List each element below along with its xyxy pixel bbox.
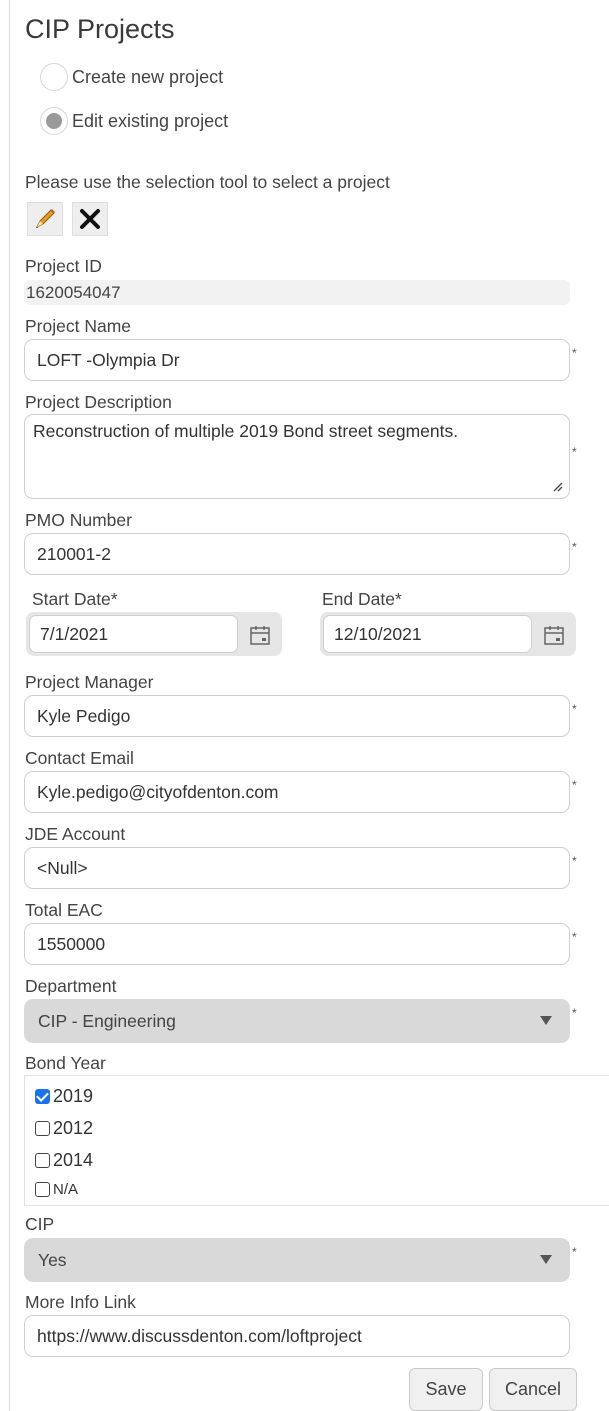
bond-year-option-2014[interactable]: 2014 bbox=[35, 1150, 93, 1171]
required-marker: * bbox=[572, 778, 577, 792]
dropdown-arrow-icon bbox=[540, 1255, 552, 1264]
contact-email-label: Contact Email bbox=[25, 748, 134, 768]
total-eac-label: Total EAC bbox=[25, 900, 103, 920]
calendar-icon[interactable] bbox=[543, 624, 565, 646]
radio-edit-existing[interactable]: Edit existing project bbox=[40, 107, 228, 135]
calendar-icon[interactable] bbox=[249, 624, 271, 646]
department-select[interactable]: CIP - Engineering bbox=[24, 999, 570, 1043]
dropdown-arrow-icon bbox=[540, 1016, 552, 1025]
bond-year-option-label: 2014 bbox=[53, 1150, 94, 1170]
more-info-label: More Info Link bbox=[25, 1292, 136, 1312]
bond-year-option-na[interactable]: N/A bbox=[35, 1181, 78, 1198]
page-title: CIP Projects bbox=[25, 14, 175, 44]
select-tool-button[interactable] bbox=[27, 202, 63, 236]
selection-hint: Please use the selection tool to select … bbox=[25, 172, 390, 192]
required-marker: * bbox=[572, 1006, 577, 1020]
bond-year-label: Bond Year bbox=[25, 1053, 106, 1073]
end-date-input[interactable]: 12/10/2021 bbox=[323, 615, 532, 653]
radio-button[interactable] bbox=[40, 63, 68, 91]
checkbox-checked[interactable] bbox=[35, 1089, 50, 1104]
cip-select[interactable]: Yes bbox=[24, 1238, 570, 1282]
more-info-link-input[interactable]: https://www.discussdenton.com/loftprojec… bbox=[24, 1315, 570, 1357]
project-description-text: Reconstruction of multiple 2019 Bond str… bbox=[33, 421, 459, 441]
save-button[interactable]: Save bbox=[409, 1368, 483, 1411]
pencil-icon bbox=[35, 209, 55, 229]
jde-account-label: JDE Account bbox=[25, 824, 126, 844]
close-icon bbox=[80, 209, 100, 229]
required-marker: * bbox=[572, 930, 577, 944]
bond-year-option-2012[interactable]: 2012 bbox=[35, 1118, 93, 1139]
start-date-label: Start Date* bbox=[32, 589, 118, 609]
project-name-label: Project Name bbox=[25, 316, 132, 336]
required-marker: * bbox=[572, 540, 577, 554]
checkbox[interactable] bbox=[35, 1121, 50, 1136]
bond-year-list: 2019 2012 2014 N/A bbox=[24, 1075, 609, 1206]
required-marker: * bbox=[572, 346, 577, 360]
contact-email-input[interactable]: Kyle.pedigo@cityofdenton.com bbox=[24, 771, 570, 813]
cancel-button[interactable]: Cancel bbox=[489, 1368, 577, 1411]
project-manager-input[interactable]: Kyle Pedigo bbox=[24, 695, 570, 737]
bond-year-option-2019[interactable]: 2019 bbox=[35, 1086, 93, 1107]
jde-account-input[interactable]: <Null> bbox=[24, 847, 570, 889]
bond-year-option-label: N/A bbox=[53, 1181, 79, 1198]
checkbox[interactable] bbox=[35, 1182, 50, 1197]
clear-selection-button[interactable] bbox=[72, 202, 108, 236]
project-description-label: Project Description bbox=[25, 392, 172, 412]
required-marker: * bbox=[572, 445, 577, 459]
radio-selected-dot bbox=[46, 113, 62, 129]
department-label: Department bbox=[25, 976, 117, 996]
start-date-field[interactable]: 7/1/2021 bbox=[26, 612, 282, 656]
radio-create-label: Create new project bbox=[72, 66, 224, 87]
end-date-label: End Date* bbox=[322, 589, 402, 609]
bond-year-option-label: 2019 bbox=[53, 1086, 94, 1106]
cip-label: CIP bbox=[25, 1214, 55, 1234]
department-selected-value: CIP - Engineering bbox=[38, 1010, 176, 1031]
bond-year-option-label: 2012 bbox=[53, 1118, 94, 1138]
pmo-number-input[interactable]: 210001-2 bbox=[24, 533, 570, 575]
pmo-number-label: PMO Number bbox=[25, 510, 132, 530]
project-manager-label: Project Manager bbox=[25, 672, 154, 692]
total-eac-input[interactable]: 1550000 bbox=[24, 923, 570, 965]
radio-edit-label: Edit existing project bbox=[72, 110, 229, 131]
required-marker: * bbox=[572, 1245, 577, 1259]
cip-selected-value: Yes bbox=[38, 1249, 67, 1270]
project-id-value: 1620054047 bbox=[24, 280, 570, 305]
project-name-input[interactable]: LOFT -Olympia Dr bbox=[24, 339, 570, 381]
required-marker: * bbox=[572, 702, 577, 716]
end-date-field[interactable]: 12/10/2021 bbox=[320, 612, 576, 656]
project-id-label: Project ID bbox=[25, 256, 102, 276]
resize-grip-icon[interactable] bbox=[551, 480, 563, 492]
radio-create-new[interactable]: Create new project bbox=[40, 63, 223, 91]
project-description-textarea[interactable]: Reconstruction of multiple 2019 Bond str… bbox=[24, 414, 570, 499]
checkbox[interactable] bbox=[35, 1153, 50, 1168]
radio-button[interactable] bbox=[40, 107, 68, 135]
panel-left-border bbox=[9, 0, 10, 1411]
start-date-input[interactable]: 7/1/2021 bbox=[29, 615, 238, 653]
required-marker: * bbox=[572, 854, 577, 868]
